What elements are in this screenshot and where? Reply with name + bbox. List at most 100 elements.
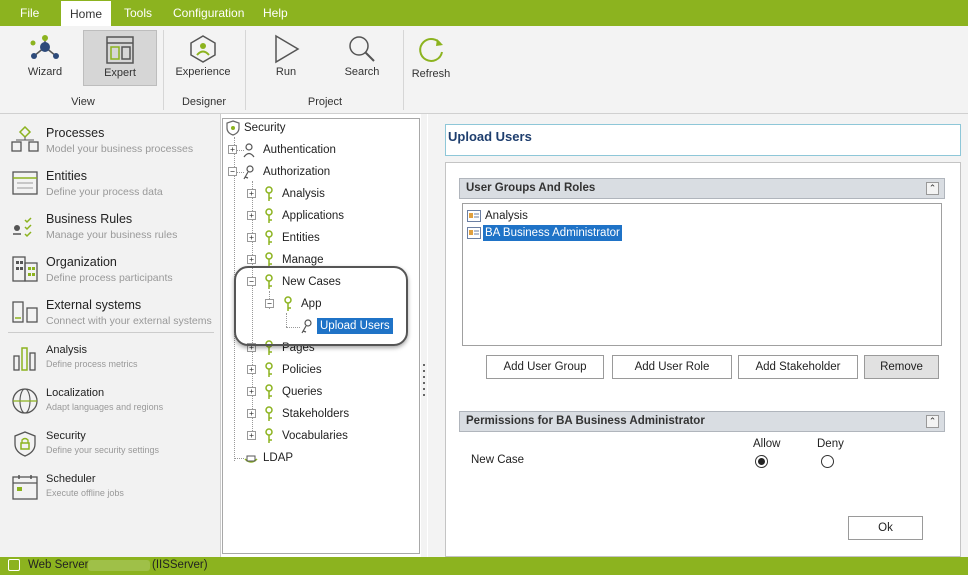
key-icon [265,362,273,377]
tree-label: Applications [282,210,345,222]
collapse-icon[interactable]: − [228,167,237,176]
expand-icon[interactable]: + [247,211,256,220]
allow-radio[interactable] [755,455,768,468]
expert-label: Expert [104,67,136,79]
deny-radio[interactable] [821,455,834,468]
permissions-section-title: Permissions for BA Business Administrato… [466,415,705,427]
nav-title: External systems [46,298,142,312]
tree-label: Analysis [282,188,325,200]
wizard-icon [30,35,59,59]
tree-label: Authentication [263,144,336,156]
tree-label: Authorization [263,166,331,178]
experience-icon [190,35,216,63]
add-user-group-button[interactable]: Add User Group [486,355,604,379]
menu-configuration[interactable]: Configuration [163,0,254,26]
ribbon-separator [403,30,404,110]
nav-title: Processes [46,126,105,140]
expand-icon[interactable]: + [247,189,256,198]
key-icon [265,384,273,399]
nav-divider [8,332,214,333]
menu-tools[interactable]: Tools [114,0,162,26]
server-label: Web Server: [28,559,92,571]
highlight-callout [234,266,408,346]
expert-button[interactable]: Expert [83,30,157,86]
key-icon [265,208,273,223]
expand-icon[interactable]: + [228,145,237,154]
nav-processes[interactable]: Processes Model your business processes [0,118,221,161]
nav-external-systems[interactable]: External systems Connect with your exter… [0,290,221,333]
group-card-icon [467,210,481,222]
refresh-button[interactable]: Refresh [405,30,457,92]
add-stakeholder-button[interactable]: Add Stakeholder [738,355,858,379]
nav-subtitle: Define your security settings [46,445,160,455]
group-designer-label: Designer [181,96,227,108]
menu-home[interactable]: Home [61,1,111,26]
nav-scheduler[interactable]: Scheduler Execute offline jobs [0,465,221,508]
menu-help[interactable]: Help [253,0,298,26]
wizard-button[interactable]: Wizard [8,30,82,86]
status-square-icon [8,559,20,571]
tree-label: Stakeholders [282,408,350,420]
nav-entities[interactable]: Entities Define your process data [0,161,221,204]
experience-label: Experience [175,66,231,78]
nav-title: Localization [46,387,105,399]
refresh-label: Refresh [411,68,451,80]
groups-section-title: User Groups And Roles [466,182,596,194]
add-user-role-button[interactable]: Add User Role [612,355,732,379]
nav-organization[interactable]: Organization Define process participants [0,247,221,290]
redacted-server-name [88,560,150,571]
tree-label: Policies [282,364,322,376]
nav-title: Organization [46,255,117,269]
collapse-section-icon[interactable]: ⌃ [926,415,939,428]
search-icon [349,36,375,62]
ok-button[interactable]: Ok [848,516,923,540]
ribbon-separator [163,30,164,110]
search-button[interactable]: Search [325,30,399,86]
nav-subtitle: Manage your business rules [46,229,178,241]
deny-column-header: Deny [817,438,844,450]
list-item-label: BA Business Administrator [483,225,622,241]
key-icon [265,406,273,421]
menu-file[interactable]: File [10,0,49,26]
nav-title: Scheduler [46,473,96,485]
tree-label: Queries [282,386,323,398]
external-systems-icon [12,301,38,323]
nav-subtitle: Connect with your external systems [46,315,212,327]
panel-title: Upload Users [448,129,532,144]
nav-subtitle: Model your business processes [46,143,194,155]
wizard-label: Wizard [27,66,63,78]
left-navigation: Processes Model your business processes … [0,114,221,557]
expand-icon[interactable]: + [247,387,256,396]
pane-splitter[interactable] [421,114,427,557]
ribbon: Wizard Expert View Experience Designer R… [0,26,968,114]
user-groups-list[interactable]: Analysis BA Business Administrator [462,203,942,346]
list-item-label: Analysis [485,210,528,222]
ribbon-separator [245,30,246,110]
expert-icon [106,36,134,64]
nav-title: Entities [46,169,87,183]
experience-button[interactable]: Experience [166,30,240,86]
remove-button[interactable]: Remove [864,355,939,379]
run-button[interactable]: Run [249,30,323,86]
processes-icon [11,126,39,152]
nav-localization[interactable]: Localization Adapt languages and regions [0,379,221,422]
expand-icon[interactable]: + [247,255,256,264]
entities-icon [12,171,38,195]
expand-icon[interactable]: + [247,233,256,242]
nav-business-rules[interactable]: Business Rules Manage your business rule… [0,204,221,247]
group-view-label: View [71,96,95,108]
groups-section-header: User Groups And Roles ⌃ [459,178,945,199]
tree-label: LDAP [263,452,294,464]
group-card-icon [467,227,481,239]
expand-icon[interactable]: + [247,431,256,440]
collapse-section-icon[interactable]: ⌃ [926,182,939,195]
nav-analysis[interactable]: Analysis Define process metrics [0,336,221,379]
expand-icon[interactable]: + [247,365,256,374]
allow-column-header: Allow [753,438,781,450]
key-icon [265,186,273,201]
person-key-icon [243,165,254,180]
expand-icon[interactable]: + [247,409,256,418]
tree-label: Security [244,122,286,134]
nav-title: Analysis [46,344,87,356]
nav-security[interactable]: Security Define your security settings [0,422,221,465]
